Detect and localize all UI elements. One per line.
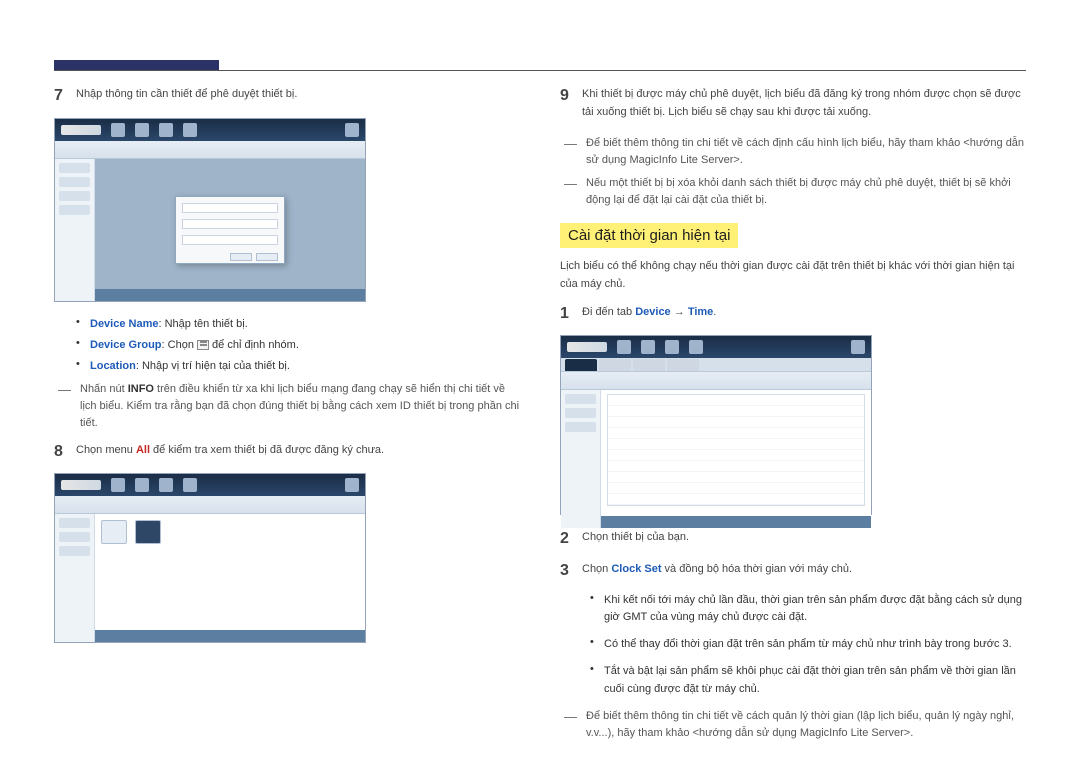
step-body: Nhập thông tin cần thiết để phê duyệt th… (76, 86, 520, 108)
step3-bullets: • Khi kết nối tới máy chủ lần đầu, thời … (590, 592, 1026, 697)
section-heading: Cài đặt thời gian hiện tại (560, 223, 738, 248)
kw-clock-set: Clock Set (611, 563, 661, 575)
bullet-device-name: • Device Name: Nhập tên thiết bị. (76, 316, 520, 333)
kw-time: Time (688, 306, 713, 318)
step-body: Khi thiết bị được máy chủ phê duyệt, lịc… (582, 86, 1026, 125)
step-number: 9 (560, 86, 582, 125)
dash-icon: ― (564, 175, 586, 209)
browse-icon (197, 340, 209, 350)
bullet-change-time: • Có thể thay đổi thời gian đặt trên sản… (590, 636, 1026, 653)
step-text: Nhập thông tin cần thiết để phê duyệt th… (76, 86, 520, 104)
bullet-restore-time: • Tắt và bật lại sản phẩm sẽ khôi phục c… (590, 663, 1026, 697)
step3-note: ― Để biết thêm thông tin chi tiết về các… (564, 708, 1026, 742)
note-delete-device: ― Nếu một thiết bị bị xóa khỏi danh sách… (564, 175, 1026, 209)
step-number: 2 (560, 529, 582, 551)
dash-icon: ― (58, 381, 80, 432)
kw-device: Device (635, 306, 670, 318)
dash-icon: ― (564, 135, 586, 169)
section-intro: Lịch biểu có thể không chạy nếu thời gia… (560, 258, 1026, 293)
field-bullets: • Device Name: Nhập tên thiết bị. • Devi… (76, 316, 520, 375)
step-7: 7 Nhập thông tin cần thiết để phê duyệt … (54, 86, 520, 108)
label-device-group: Device Group (90, 339, 162, 351)
dash-icon: ― (564, 708, 586, 742)
step-1: 1 Đi đến tab Device → Time. (560, 304, 1026, 326)
kw-info: INFO (128, 383, 154, 395)
step-number: 1 (560, 304, 582, 326)
note-info-button: ― Nhấn nút INFO trên điều khiển từ xa kh… (58, 381, 520, 432)
step-number: 7 (54, 86, 76, 108)
screenshot-device-list (54, 473, 366, 643)
left-column: 7 Nhập thông tin cần thiết để phê duyệt … (54, 86, 520, 748)
step-number: 3 (560, 561, 582, 583)
page-border (54, 70, 1026, 71)
note-guide-ref: ― Để biết thêm thông tin chi tiết về các… (564, 135, 1026, 169)
step-body: Chọn menu All để kiểm tra xem thiết bị đ… (76, 442, 520, 464)
step9-notes: ― Để biết thêm thông tin chi tiết về các… (564, 135, 1026, 209)
bullet-location: • Location: Nhập vị trí hiện tại của thi… (76, 358, 520, 375)
step-text: Khi thiết bị được máy chủ phê duyệt, lịc… (582, 86, 1026, 121)
bullet-device-group: • Device Group: Chọn để chỉ định nhóm. (76, 337, 520, 354)
label-location: Location (90, 360, 136, 372)
step-8: 8 Chọn menu All để kiểm tra xem thiết bị… (54, 442, 520, 464)
accent-bar (54, 60, 219, 70)
screenshot-approve-dialog (54, 118, 366, 302)
step-2: 2 Chọn thiết bị của bạn. (560, 529, 1026, 551)
step-3: 3 Chọn Clock Set và đồng bộ hóa thời gia… (560, 561, 1026, 583)
bullet-gmt: • Khi kết nối tới máy chủ lần đầu, thời … (590, 592, 1026, 626)
label-device-name: Device Name (90, 318, 159, 330)
screenshot-device-time (560, 335, 872, 515)
right-column: 9 Khi thiết bị được máy chủ phê duyệt, l… (560, 86, 1026, 748)
kw-all: All (136, 444, 150, 456)
step-9: 9 Khi thiết bị được máy chủ phê duyệt, l… (560, 86, 1026, 125)
step-text: Chọn thiết bị của bạn. (582, 529, 1026, 547)
step-number: 8 (54, 442, 76, 464)
content-columns: 7 Nhập thông tin cần thiết để phê duyệt … (54, 86, 1026, 748)
